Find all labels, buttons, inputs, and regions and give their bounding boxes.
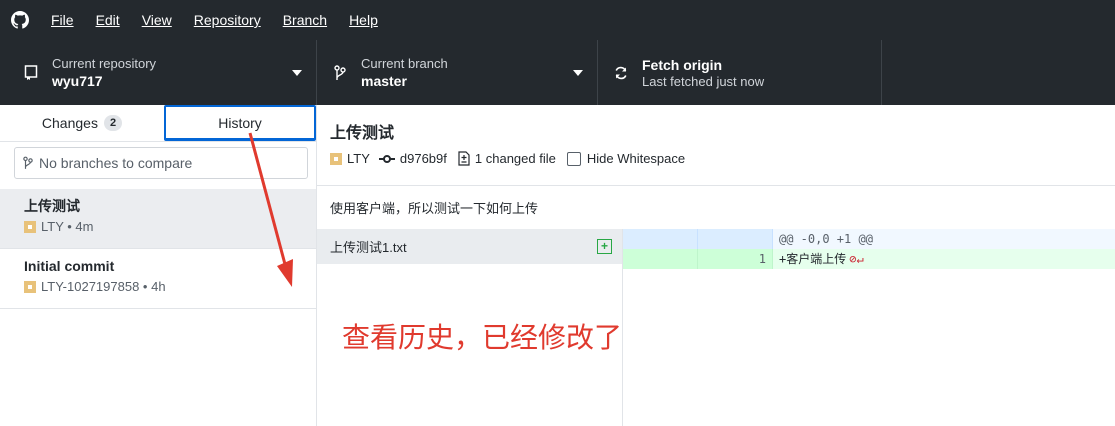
annotation-text: 查看历史，已经修改了 [342, 321, 623, 354]
hunk-header-text: @@ -0,0 +1 @@ [773, 229, 1115, 249]
commit-icon [378, 154, 395, 164]
commit-sha[interactable]: d976b9f [400, 151, 447, 166]
toolbar: Current repository wyu717 Current branch… [0, 40, 1115, 105]
repository-icon [22, 64, 40, 81]
commit-list-item[interactable]: 上传测试 LTY • 4m [0, 189, 316, 249]
avatar [24, 221, 36, 233]
branch-compare-input[interactable]: No branches to compare [14, 147, 308, 179]
fetch-status: Last fetched just now [642, 73, 765, 89]
file-added-icon: + [597, 239, 612, 254]
branch-compare-placeholder: No branches to compare [39, 155, 193, 171]
menu-branch[interactable]: Branch [272, 0, 338, 40]
new-line-number: 1 [698, 249, 773, 269]
changed-files-count: 1 changed file [474, 151, 556, 166]
sidebar-tabs: Changes 2 History [0, 105, 316, 142]
commit-title: 上传测试 [24, 198, 80, 214]
diff-file-icon [458, 151, 470, 166]
new-line-number [698, 229, 773, 249]
fetch-title: Fetch origin [642, 56, 723, 73]
hide-whitespace-label[interactable]: Hide Whitespace [587, 151, 685, 166]
repository-name: wyu717 [52, 72, 103, 89]
branch-icon [23, 156, 33, 170]
diff-line-text: +客户端上传 ⊘↵ [773, 249, 1115, 269]
fetch-origin-button[interactable]: Fetch origin Last fetched just now [598, 40, 882, 105]
branch-icon [331, 64, 349, 81]
menu-edit[interactable]: Edit [85, 0, 131, 40]
tab-changes-label: Changes [41, 115, 98, 131]
commit-list: 上传测试 LTY • 4m Initial commit LTY-1027197… [0, 189, 316, 309]
branch-label: Current branch [361, 55, 448, 71]
tab-history-label: History [218, 114, 262, 131]
menu-help[interactable]: Help [338, 0, 389, 40]
branch-name: master [361, 72, 407, 89]
menu-bar: File Edit View Repository Branch Help [0, 0, 1115, 40]
repository-label: Current repository [52, 55, 157, 71]
file-list-item[interactable]: 上传测试1.txt + [317, 229, 622, 264]
commit-summary-title: 上传测试 [330, 125, 395, 142]
current-repository-button[interactable]: Current repository wyu717 [0, 40, 317, 105]
old-line-number [623, 229, 698, 249]
diff-hunk-header: @@ -0,0 +1 @@ [623, 229, 1115, 249]
menu-repository[interactable]: Repository [183, 0, 272, 40]
avatar [24, 281, 36, 293]
commit-list-item[interactable]: Initial commit LTY-1027197858 • 4h [0, 249, 316, 309]
menu-file[interactable]: File [40, 0, 85, 40]
commit-meta: LTY • 4m [41, 219, 94, 234]
commit-meta-row: LTY d976b9f 1 changed file Hide Whitespa… [330, 151, 690, 166]
commit-description: 使用客户端，所以测试一下如何上传 [317, 185, 1115, 230]
file-name: 上传测试1.txt [330, 240, 407, 255]
menu-view[interactable]: View [131, 0, 183, 40]
caret-down-icon [573, 70, 583, 76]
commit-author: LTY [347, 151, 370, 166]
changes-count-badge: 2 [103, 115, 123, 131]
no-newline-icon: ⊘↵ [849, 252, 864, 266]
commit-meta: LTY-1027197858 • 4h [41, 279, 166, 294]
github-logo-icon [0, 0, 40, 40]
diff-view: @@ -0,0 +1 @@ 1 +客户端上传 ⊘↵ [623, 229, 1115, 269]
commit-detail-pane: 上传测试 LTY d976b9f 1 changed file Hide Whi… [317, 105, 1115, 426]
current-branch-button[interactable]: Current branch master [317, 40, 598, 105]
commit-summary-header: 上传测试 LTY d976b9f 1 changed file Hide Whi… [317, 105, 1115, 186]
tab-changes[interactable]: Changes 2 [0, 105, 164, 141]
hide-whitespace-checkbox[interactable] [566, 151, 581, 166]
sync-icon [612, 66, 630, 80]
sidebar: Changes 2 History No branches to compare… [0, 105, 317, 426]
avatar [330, 152, 342, 165]
tab-history[interactable]: History [164, 105, 316, 141]
caret-down-icon [292, 70, 302, 76]
commit-title: Initial commit [24, 258, 115, 274]
commit-description-text: 使用客户端，所以测试一下如何上传 [330, 201, 539, 216]
diff-added-line: 1 +客户端上传 ⊘↵ [623, 249, 1115, 269]
old-line-number [623, 249, 698, 269]
